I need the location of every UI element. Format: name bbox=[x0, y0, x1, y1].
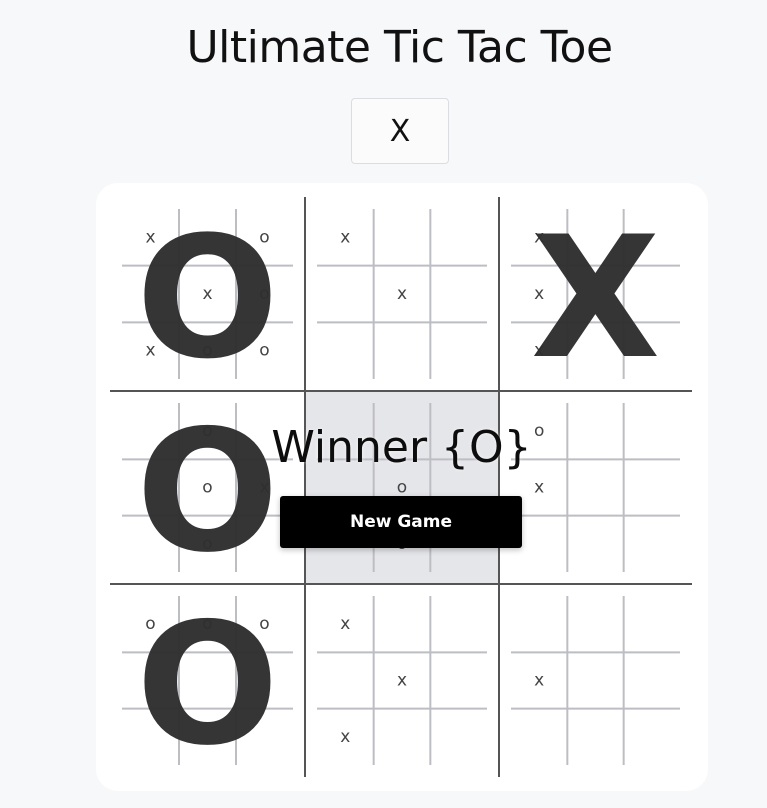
cell-mark[interactable]: x bbox=[340, 614, 350, 634]
sub-board[interactable]: x x x bbox=[317, 596, 487, 765]
cell-mark[interactable]: x bbox=[534, 671, 544, 691]
board-winner-mark: O bbox=[136, 587, 279, 783]
cell-mark[interactable]: x bbox=[397, 284, 407, 304]
cell-mark[interactable]: x bbox=[340, 727, 350, 747]
sub-board[interactable]: o o oO bbox=[122, 587, 293, 783]
cell-mark[interactable]: x bbox=[340, 227, 350, 247]
cell-mark[interactable]: o bbox=[397, 478, 407, 498]
winner-overlay: Winner {O} bbox=[0, 422, 767, 473]
sub-board[interactable]: x bbox=[511, 596, 680, 765]
cell-mark[interactable]: x bbox=[397, 671, 407, 691]
winner-message: Winner {O} bbox=[271, 422, 532, 473]
board-winner-mark: O bbox=[136, 200, 279, 396]
current-player-indicator: X bbox=[351, 98, 449, 164]
sub-board[interactable]: x ox ox o oO bbox=[122, 200, 293, 396]
current-player-label: X bbox=[389, 113, 411, 149]
sub-board[interactable]: xxxX bbox=[511, 200, 680, 396]
game-board[interactable]: xoxoxooOxxxxxXooxoOoooxoooOxxxx bbox=[96, 183, 708, 791]
page-title: Ultimate Tic Tac Toe bbox=[186, 22, 613, 73]
cell-mark[interactable]: x bbox=[534, 478, 544, 498]
sub-board[interactable]: xx bbox=[317, 209, 487, 379]
board-winner-mark: X bbox=[531, 200, 661, 396]
new-game-button[interactable]: New Game bbox=[280, 496, 522, 548]
